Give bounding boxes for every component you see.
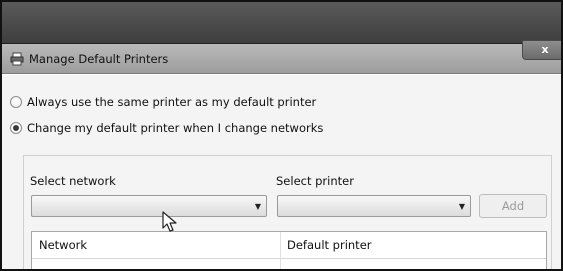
select-network-dropdown[interactable]: ▼ xyxy=(31,195,267,217)
chevron-down-icon: ▼ xyxy=(458,202,465,211)
dialog-title: Manage Default Printers xyxy=(29,52,169,66)
close-button[interactable]: x xyxy=(522,40,561,60)
radio-change-printer[interactable] xyxy=(10,122,22,134)
select-network-label: Select network xyxy=(30,174,116,188)
column-header-default-printer[interactable]: Default printer xyxy=(280,232,546,259)
background-window-strip xyxy=(2,2,561,44)
column-header-network[interactable]: Network xyxy=(32,232,280,259)
select-printer-dropdown[interactable]: ▼ xyxy=(277,195,471,217)
network-printer-table[interactable]: Network Default printer xyxy=(31,231,547,269)
close-icon: x xyxy=(541,43,549,56)
select-printer-label: Select printer xyxy=(276,174,354,188)
chevron-down-icon: ▼ xyxy=(254,202,261,211)
column-divider xyxy=(280,232,281,269)
mouse-pointer-icon xyxy=(162,211,177,232)
option-change-printer-label: Change my default printer when I change … xyxy=(27,121,324,135)
dialog-titlebar[interactable]: Manage Default Printers x xyxy=(2,40,561,74)
network-printer-group: Select network ▼ Select printer ▼ Add Ne… xyxy=(23,155,552,269)
printer-icon xyxy=(10,52,24,66)
option-same-printer-label: Always use the same printer as my defaul… xyxy=(27,95,317,109)
dialog-content: Always use the same printer as my defaul… xyxy=(2,75,561,269)
add-button[interactable]: Add xyxy=(479,194,547,218)
option-same-printer[interactable]: Always use the same printer as my defaul… xyxy=(10,95,316,109)
radio-same-printer[interactable] xyxy=(10,96,22,108)
screenshot-frame: Manage Default Printers x Always use the… xyxy=(0,0,563,271)
option-change-printer[interactable]: Change my default printer when I change … xyxy=(10,121,323,135)
